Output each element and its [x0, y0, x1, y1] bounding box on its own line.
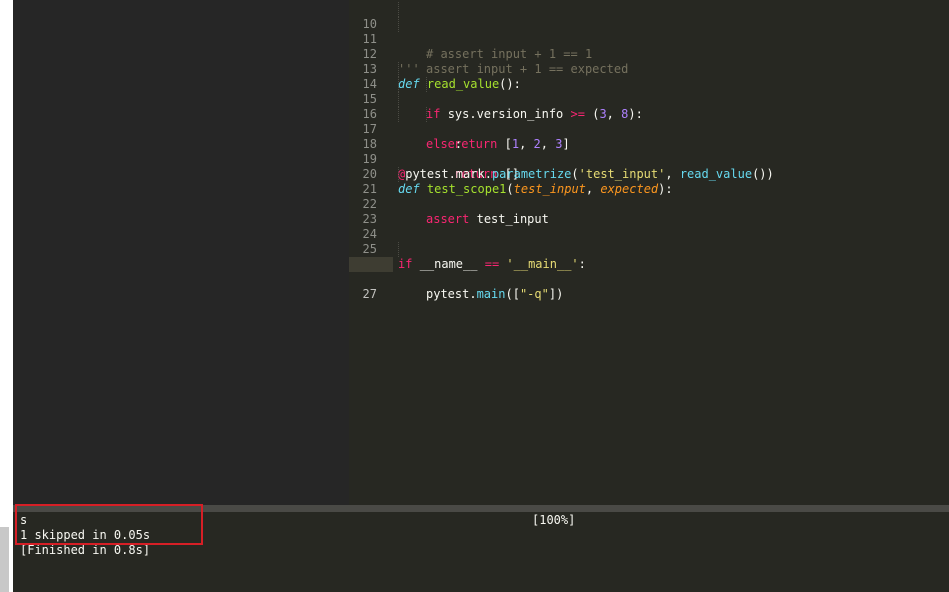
annotation-highlight-box — [15, 504, 203, 545]
indent-guide — [398, 92, 400, 107]
output-progress: [100%] — [532, 513, 576, 527]
code-text: pytest.main(["-q"]) — [426, 287, 564, 301]
indent-guide — [398, 62, 400, 77]
code-editor[interactable]: 10 # assert input + 1 == 1 11 assert inp… — [349, 0, 949, 505]
line-number: 27 — [362, 287, 377, 301]
code-line[interactable]: 14 if sys.version_info >= (3, 8): — [349, 62, 949, 121]
code-line[interactable]: 17 return [] — [349, 107, 949, 181]
code-line[interactable]: 20 def test_scope1(test_input, expected)… — [349, 152, 949, 196]
code-line[interactable]: 13 def read_value(): — [349, 47, 949, 91]
indent-guide — [398, 167, 400, 182]
scrollbar-thumb[interactable] — [0, 527, 9, 592]
left-edge-strip — [0, 0, 13, 505]
code-line[interactable]: 11 assert input + 1 == expected — [349, 17, 949, 76]
code-line[interactable]: 18 — [349, 122, 949, 151]
code-line[interactable]: 26 pytest.main(["-q"]) — [349, 242, 949, 301]
indent-guide — [398, 77, 400, 92]
code-line[interactable]: 15 return [1, 2, 3] — [349, 77, 949, 151]
code-line[interactable]: 10 # assert input + 1 == 1 — [349, 2, 949, 61]
sublime-window: 10 # assert input + 1 == 1 11 assert inp… — [0, 0, 949, 592]
sidebar-panel[interactable] — [13, 0, 349, 505]
code-line[interactable]: 24 — [349, 212, 949, 241]
indent-guide — [398, 107, 400, 122]
indent-guide — [398, 17, 400, 32]
indent-guide — [426, 77, 428, 92]
code-line[interactable]: 23 — [349, 197, 949, 226]
code-line[interactable]: 16 else: — [349, 92, 949, 151]
code-line[interactable]: 21 assert test_input — [349, 167, 949, 226]
current-line-gutter — [349, 257, 393, 272]
indent-guide — [398, 242, 400, 257]
output-line: [Finished in 0.8s] — [20, 543, 151, 557]
code-line[interactable]: 22 — [349, 182, 949, 211]
indent-guide — [426, 107, 428, 122]
code-line[interactable]: 25 if __name__ == '__main__': — [349, 227, 949, 271]
code-line[interactable]: 12 ''' — [349, 32, 949, 76]
indent-guide — [398, 2, 400, 17]
code-line-current[interactable]: 27 — [349, 257, 949, 301]
code-line[interactable]: 19 @pytest.mark.parametrize('test_input'… — [349, 137, 949, 181]
